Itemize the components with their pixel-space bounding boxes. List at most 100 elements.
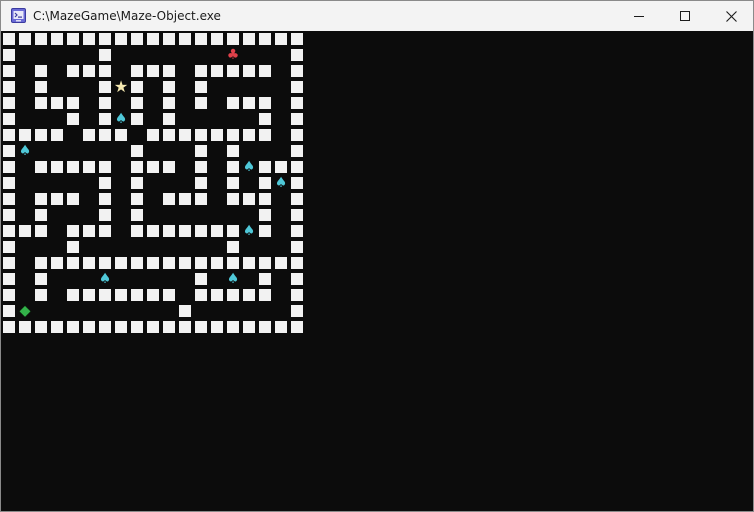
maze-wall-block [211,65,223,77]
maze-wall-block [67,289,79,301]
maze-wall-block [131,193,143,205]
maze-wall-block [291,65,303,77]
maze-wall-block [291,273,303,285]
maze-wall-block [291,241,303,253]
maze-wall-block [275,321,287,333]
maze-wall-block [3,33,15,45]
maze-wall-block [179,305,191,317]
maze-wall-block [163,81,175,93]
maze-wall-block [227,129,239,141]
close-button[interactable] [708,1,753,31]
maze-wall-block [83,289,95,301]
maze-wall-block [35,273,47,285]
console-area: ♣ ★ ♠ ♠ ♠ ♠ ♠ ♠ ♠ ◆ [1,31,753,511]
maze-wall-block [19,129,31,141]
spade-icon: ♠ [274,175,288,191]
maze-wall-block [131,321,143,333]
maze-wall-block [67,97,79,109]
maze-wall-block [147,33,159,45]
maze-wall-block [99,321,111,333]
maze-wall-block [227,161,239,173]
maze-wall-block [227,193,239,205]
club-icon: ♣ [226,47,240,63]
maze-wall-block [291,145,303,157]
spade-icon: ♠ [242,223,256,239]
maze-wall-block [179,321,191,333]
maze-wall-block [163,161,175,173]
maze-wall-block [227,257,239,269]
maze-wall-block [195,145,207,157]
maze-wall-block [291,129,303,141]
maze-wall-block [19,225,31,237]
maze-wall-block [51,97,63,109]
maze-wall-block [291,49,303,61]
maze-wall-block [291,177,303,189]
maze-grid: ♣ ★ ♠ ♠ ♠ ♠ ♠ ♠ ♠ ◆ [1,31,321,351]
maze-wall-block [3,65,15,77]
spade-icon: ♠ [114,111,128,127]
maze-wall-block [35,65,47,77]
maze-wall-block [3,289,15,301]
maze-wall-block [259,161,271,173]
maze-wall-block [115,129,127,141]
maze-wall-block [35,225,47,237]
maze-wall-block [227,225,239,237]
maze-wall-block [115,257,127,269]
maze-wall-block [3,113,15,125]
maze-wall-block [259,321,271,333]
maze-wall-block [163,321,175,333]
minimize-icon [634,16,644,17]
maze-wall-block [3,161,15,173]
maze-wall-block [195,193,207,205]
maze-wall-block [131,257,143,269]
maze-wall-block [67,161,79,173]
maze-wall-block [291,289,303,301]
maze-wall-block [195,65,207,77]
maze-wall-block [259,65,271,77]
maze-wall-block [195,81,207,93]
title-bar[interactable]: C:\MazeGame\Maze-Object.exe [1,1,753,31]
maze-wall-block [3,225,15,237]
maze-wall-block [67,193,79,205]
maze-wall-block [99,209,111,221]
maze-wall-block [3,145,15,157]
maze-wall-block [259,129,271,141]
maze-wall-block [35,193,47,205]
maze-wall-block [259,289,271,301]
maze-wall-block [291,113,303,125]
maze-wall-block [67,257,79,269]
maze-wall-block [67,65,79,77]
maze-wall-block [259,257,271,269]
maze-wall-block [99,33,111,45]
maze-wall-block [3,273,15,285]
maze-wall-block [195,97,207,109]
maze-wall-block [83,33,95,45]
maze-wall-block [99,177,111,189]
maze-wall-block [3,257,15,269]
maze-wall-block [131,177,143,189]
maze-wall-block [291,321,303,333]
maze-wall-block [227,321,239,333]
maze-wall-block [3,305,15,317]
maze-wall-block [115,321,127,333]
minimize-button[interactable] [616,1,662,31]
maze-wall-block [163,33,175,45]
maze-wall-block [227,177,239,189]
maze-wall-block [195,225,207,237]
maze-wall-block [211,289,223,301]
maze-wall-block [163,97,175,109]
maze-wall-block [291,161,303,173]
maze-wall-block [3,97,15,109]
console-app-icon [11,8,26,23]
maze-wall-block [131,225,143,237]
maze-wall-block [211,321,223,333]
maze-wall-block [211,33,223,45]
maze-wall-block [195,321,207,333]
maze-wall-block [35,81,47,93]
maze-wall-block [259,193,271,205]
diamond-icon: ◆ [19,303,31,319]
maze-wall-block [147,289,159,301]
maximize-button[interactable] [662,1,708,31]
maze-wall-block [83,257,95,269]
maze-wall-block [131,113,143,125]
